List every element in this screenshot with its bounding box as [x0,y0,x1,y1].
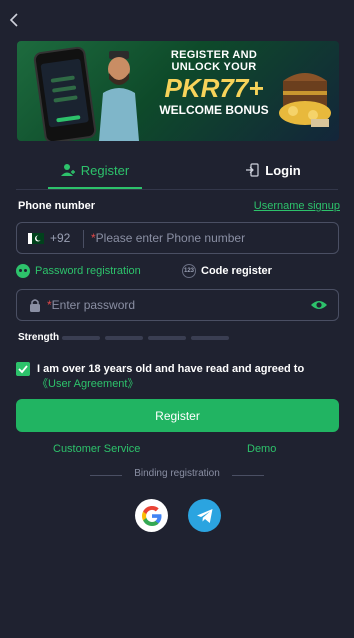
tab-login-label: Login [265,162,301,178]
active-tab-indicator [48,187,142,189]
username-signup-link[interactable]: Username signup [254,200,340,212]
country-code[interactable]: +92 [50,231,70,245]
binding-registration-label: Binding registration [134,468,220,479]
password-input[interactable]: *Enter password [16,289,339,321]
chevron-left-icon[interactable] [6,10,22,30]
eye-icon[interactable] [310,299,328,311]
lock-icon [30,299,40,312]
registration-mode-selector: Password registration 123 Code register [16,264,339,280]
banner-bonus-amount: PKR77+ [164,73,264,103]
banner-text: REGISTER AND UNLOCK YOUR PKR77+ WELCOME … [149,49,279,117]
tab-login[interactable]: Login [226,150,320,190]
field-separator [83,230,84,248]
pakistan-flag-icon [28,233,44,244]
password-placeholder: *Enter password [47,298,136,312]
google-signin-button[interactable] [135,499,168,532]
register-button[interactable]: Register [16,399,339,432]
strength-segment [105,336,143,340]
agreement-text: I am over 18 years old and have read and… [37,363,305,390]
telegram-icon [196,508,212,523]
person-image [99,51,139,141]
strength-segment [62,336,100,340]
customer-service-link[interactable]: Customer Service [53,443,140,455]
banner-subheadline: WELCOME BONUS [159,103,269,117]
strength-label: Strength [18,332,60,343]
tab-divider [16,189,338,190]
login-icon [246,163,259,177]
telegram-signin-button[interactable] [188,499,221,532]
code-register-label: Code register [201,265,272,277]
password-registration-label: Password registration [35,265,141,277]
demo-link[interactable]: Demo [247,443,276,455]
strength-segment [191,336,229,340]
banner-headline: REGISTER AND UNLOCK YOUR [170,49,258,73]
top-bar [0,0,354,40]
phone-image [32,45,98,141]
phone-placeholder: *Please enter Phone number [91,231,246,245]
user-agreement-link[interactable]: 《User Agreement》 [37,378,138,390]
add-user-icon [60,164,75,176]
treasure-chest-icon [279,73,331,127]
tab-register[interactable]: Register [48,150,142,190]
promo-banner[interactable]: REGISTER AND UNLOCK YOUR PKR77+ WELCOME … [17,41,339,141]
agreement-checkbox[interactable] [16,362,30,376]
phone-number-label: Phone number [18,200,96,212]
tab-register-label: Register [80,162,130,178]
password-dots-icon [16,264,30,278]
numbers-icon: 123 [182,264,196,278]
phone-input[interactable]: +92 *Please enter Phone number [16,222,339,254]
password-strength: Strength [18,332,338,344]
strength-segment [148,336,186,340]
code-register-option[interactable]: 123 Code register [182,264,272,278]
password-registration-option[interactable]: Password registration [16,264,141,278]
divider-line [232,475,264,476]
auth-tabs: Register Login [0,150,354,190]
binding-registration: Binding registration [0,468,354,482]
google-icon [141,505,161,526]
